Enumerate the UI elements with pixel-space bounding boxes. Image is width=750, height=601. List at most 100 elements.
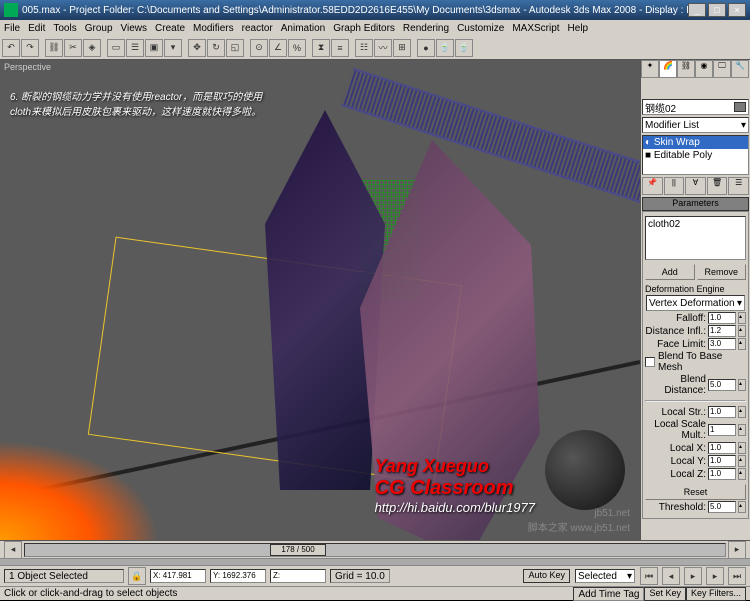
tab-create[interactable]: ✦ — [641, 60, 659, 78]
render-setup-button[interactable]: 🍵 — [436, 39, 454, 57]
filter-button[interactable]: ▾ — [164, 39, 182, 57]
menu-tools[interactable]: Tools — [53, 23, 76, 34]
deformation-engine-dropdown[interactable]: Vertex Deformation▾ — [646, 295, 745, 311]
modifier-editable-poly: ■ Editable Poly — [643, 149, 748, 162]
minimize-button[interactable]: _ — [688, 3, 706, 17]
time-handle[interactable]: 178 / 500 — [270, 544, 326, 556]
face-limit-spinner[interactable]: 3.0 — [708, 338, 736, 350]
blend-distance-spinner[interactable]: 5.0 — [708, 379, 736, 391]
angle-snap-button[interactable]: ∠ — [269, 39, 287, 57]
percent-snap-button[interactable]: % — [288, 39, 306, 57]
spinner-up-icon[interactable]: ▴ — [738, 312, 746, 324]
local-y-label: Local Y: — [645, 456, 706, 467]
color-swatch[interactable] — [734, 102, 746, 112]
menu-help[interactable]: Help — [568, 23, 589, 34]
add-button[interactable]: Add — [645, 264, 695, 280]
local-y-spinner[interactable]: 1.0 — [708, 455, 736, 467]
local-str-spinner[interactable]: 1.0 — [708, 406, 736, 418]
next-frame-button[interactable]: ▸ — [706, 567, 724, 585]
move-button[interactable]: ✥ — [188, 39, 206, 57]
blend-checkbox[interactable] — [645, 357, 655, 367]
local-x-label: Local X: — [645, 443, 706, 454]
close-button[interactable]: × — [728, 3, 746, 17]
mirror-button[interactable]: ⧗ — [312, 39, 330, 57]
redo-button[interactable]: ↷ — [21, 39, 39, 57]
snap-button[interactable]: ⊙ — [250, 39, 268, 57]
add-time-tag[interactable]: Add Time Tag — [573, 587, 644, 601]
selection-status: 1 Object Selected — [4, 569, 124, 583]
menu-reactor[interactable]: reactor — [242, 23, 273, 34]
undo-button[interactable]: ↶ — [2, 39, 20, 57]
select-name-button[interactable]: ☰ — [126, 39, 144, 57]
menu-customize[interactable]: Customize — [457, 23, 504, 34]
modifier-list-dropdown[interactable]: Modifier List▾ — [642, 117, 749, 133]
menu-modifiers[interactable]: Modifiers — [193, 23, 234, 34]
menu-group[interactable]: Group — [85, 23, 113, 34]
time-prev-button[interactable]: ◂ — [4, 541, 22, 559]
play-button[interactable]: ▸ — [684, 567, 702, 585]
threshold-label: Threshold: — [645, 502, 706, 513]
menu-views[interactable]: Views — [121, 23, 148, 34]
unlink-button[interactable]: ✂ — [64, 39, 82, 57]
modifier-stack[interactable]: ◐ Skin Wrap ■ Editable Poly — [642, 135, 749, 175]
local-x-spinner[interactable]: 1.0 — [708, 442, 736, 454]
align-button[interactable]: ≡ — [331, 39, 349, 57]
rollout-parameters-header[interactable]: Parameters — [642, 197, 749, 211]
menu-maxscript[interactable]: MAXScript — [512, 23, 559, 34]
track-bar[interactable] — [0, 559, 750, 566]
material-button[interactable]: ● — [417, 39, 435, 57]
select-button[interactable]: ▭ — [107, 39, 125, 57]
autokey-button[interactable]: Auto Key — [523, 569, 570, 583]
remove-button[interactable]: Remove — [697, 264, 747, 280]
scale-button[interactable]: ◱ — [226, 39, 244, 57]
menu-animation[interactable]: Animation — [281, 23, 325, 34]
goto-start-button[interactable]: ⏮ — [640, 567, 658, 585]
make-unique-button[interactable]: ∀ — [685, 177, 706, 195]
key-mode-dropdown[interactable]: Selected▾ — [575, 569, 635, 583]
link-button[interactable]: ⛓ — [45, 39, 63, 57]
tab-motion[interactable]: ◉ — [695, 60, 713, 78]
reset-button[interactable]: Reset — [645, 484, 746, 500]
configure-button[interactable]: ☰ — [728, 177, 749, 195]
tab-display[interactable]: 🖵 — [713, 60, 731, 78]
menu-rendering[interactable]: Rendering — [403, 23, 449, 34]
pin-stack-button[interactable]: 📌 — [642, 177, 663, 195]
menu-file[interactable]: File — [4, 23, 20, 34]
curve-editor-button[interactable]: 〰 — [374, 39, 392, 57]
maximize-button[interactable]: □ — [708, 3, 726, 17]
remove-mod-button[interactable]: 🗑 — [707, 177, 728, 195]
select-region-button[interactable]: ▣ — [145, 39, 163, 57]
local-z-spinner[interactable]: 1.0 — [708, 468, 736, 480]
local-scale-spinner[interactable]: 1 — [708, 424, 736, 436]
rotate-button[interactable]: ↻ — [207, 39, 225, 57]
bind-button[interactable]: ◈ — [83, 39, 101, 57]
render-button[interactable]: 🍵 — [455, 39, 473, 57]
viewport-perspective[interactable]: Perspective 6. 断裂的钢缆动力学并没有使用reactor，而是取巧… — [0, 60, 640, 540]
distance-infl-spinner[interactable]: 1.2 — [708, 325, 736, 337]
menu-edit[interactable]: Edit — [28, 23, 45, 34]
coord-x[interactable]: X: 417.981 — [150, 569, 206, 583]
falloff-spinner[interactable]: 1.0 — [708, 312, 736, 324]
goto-end-button[interactable]: ⏭ — [728, 567, 746, 585]
keyfilters-button[interactable]: Key Filters... — [686, 587, 746, 601]
object-name-field[interactable]: 钢缆02 — [642, 99, 749, 115]
schematic-button[interactable]: ⊞ — [393, 39, 411, 57]
menu-create[interactable]: Create — [155, 23, 185, 34]
setkey-button[interactable]: Set Key — [644, 587, 686, 601]
prev-frame-button[interactable]: ◂ — [662, 567, 680, 585]
lock-selection-icon[interactable]: 🔒 — [128, 567, 146, 585]
menu-grapheditors[interactable]: Graph Editors — [333, 23, 395, 34]
time-slider[interactable]: 178 / 500 — [24, 543, 726, 557]
coord-y[interactable]: Y: 1692.376 — [210, 569, 266, 583]
show-result-button[interactable]: || — [664, 177, 685, 195]
threshold-spinner[interactable]: 5.0 — [708, 501, 736, 513]
scene-fire — [0, 440, 160, 540]
tab-hierarchy[interactable]: ⛓ — [677, 60, 695, 78]
falloff-label: Falloff: — [645, 313, 706, 324]
coord-z[interactable]: Z: — [270, 569, 326, 583]
time-next-button[interactable]: ▸ — [728, 541, 746, 559]
tab-utilities[interactable]: 🔧 — [731, 60, 749, 78]
wrap-objects-list[interactable]: cloth02 — [645, 216, 746, 260]
layer-button[interactable]: ☷ — [355, 39, 373, 57]
tab-modify[interactable]: 🌈 — [659, 60, 677, 78]
